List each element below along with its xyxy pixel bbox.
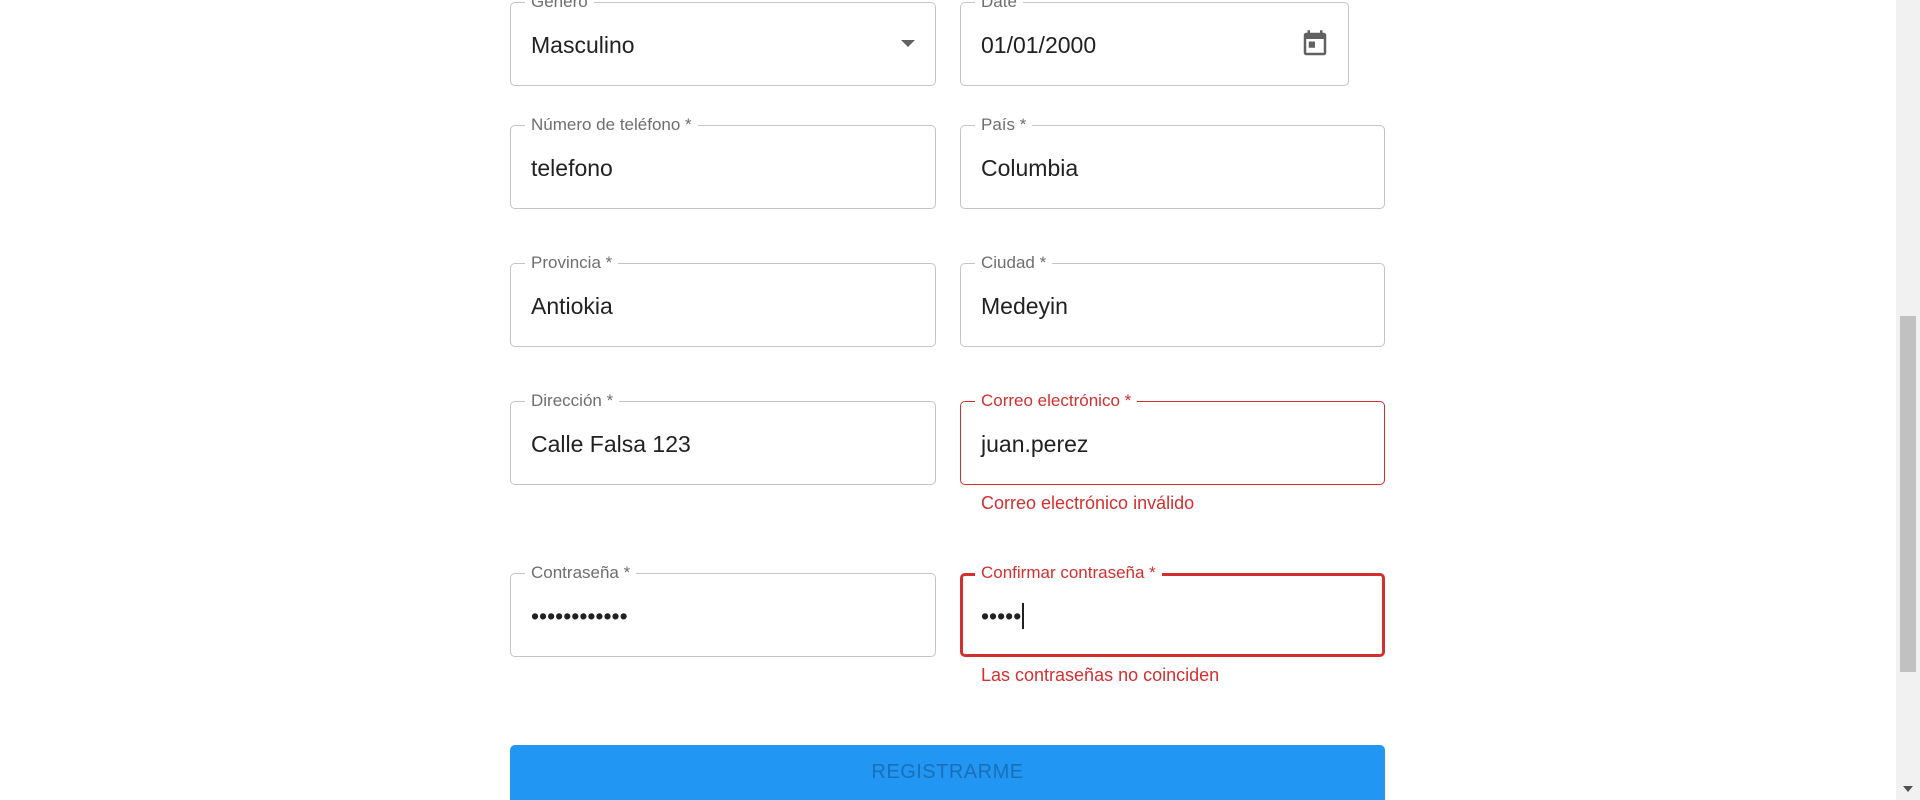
chevron-down-icon[interactable] (901, 40, 915, 47)
ciudad-value: Medeyin (981, 293, 1068, 319)
date-field[interactable]: Date 01/01/2000 (960, 0, 1349, 86)
page: Genero Masculino Date 01/01/2000 Número … (0, 0, 1920, 800)
confirmar-contrasena-field[interactable]: Confirmar contraseña * ••••• (960, 563, 1385, 657)
date-label: Date (975, 0, 1023, 12)
confirmar-contrasena-dots: ••••• (981, 603, 1022, 629)
registration-form: Genero Masculino Date 01/01/2000 Número … (510, 0, 1385, 800)
scroll-down-arrow-icon[interactable] (1903, 786, 1913, 792)
provincia-value: Antiokia (531, 293, 613, 319)
pais-label: País * (975, 115, 1033, 135)
ciudad-field[interactable]: Ciudad * Medeyin (960, 253, 1385, 347)
genero-label: Genero (525, 0, 594, 12)
correo-value: juan.perez (981, 431, 1089, 457)
correo-error-text: Correo electrónico inválido (981, 493, 1195, 513)
confirmar-contrasena-label: Confirmar contraseña * (975, 563, 1162, 583)
text-caret (1022, 603, 1025, 629)
contrasena-label: Contraseña * (525, 563, 637, 583)
registrarme-button[interactable]: REGISTRARME (510, 745, 1385, 800)
pais-field[interactable]: País * Columbia (960, 115, 1385, 209)
correo-field[interactable]: Correo electrónico * juan.perez (960, 391, 1385, 485)
date-value: 01/01/2000 (981, 32, 1097, 58)
telefono-field[interactable]: Número de teléfono * telefono (510, 115, 936, 209)
ciudad-label: Ciudad * (975, 253, 1053, 273)
contrasena-value: •••••••••••• (531, 603, 628, 629)
confirmar-contrasena-value: ••••• (981, 603, 1025, 629)
calendar-icon[interactable] (1300, 29, 1330, 59)
genero-select[interactable]: Genero Masculino (510, 0, 936, 86)
vertical-scrollbar[interactable] (1896, 0, 1920, 800)
telefono-value: telefono (531, 155, 613, 181)
pais-value: Columbia (981, 155, 1079, 181)
contrasena-field[interactable]: Contraseña * •••••••••••• (510, 563, 936, 657)
direccion-label: Dirección * (525, 391, 620, 411)
provincia-label: Provincia * (525, 253, 619, 273)
direccion-field[interactable]: Dirección * Calle Falsa 123 (510, 391, 936, 485)
provincia-field[interactable]: Provincia * Antiokia (510, 253, 936, 347)
genero-value: Masculino (531, 32, 635, 58)
telefono-label: Número de teléfono * (525, 115, 698, 135)
direccion-value: Calle Falsa 123 (531, 431, 691, 457)
scrollbar-thumb[interactable] (1900, 316, 1916, 672)
correo-label: Correo electrónico * (975, 391, 1138, 411)
confirmar-error-text: Las contraseñas no coinciden (981, 665, 1220, 685)
